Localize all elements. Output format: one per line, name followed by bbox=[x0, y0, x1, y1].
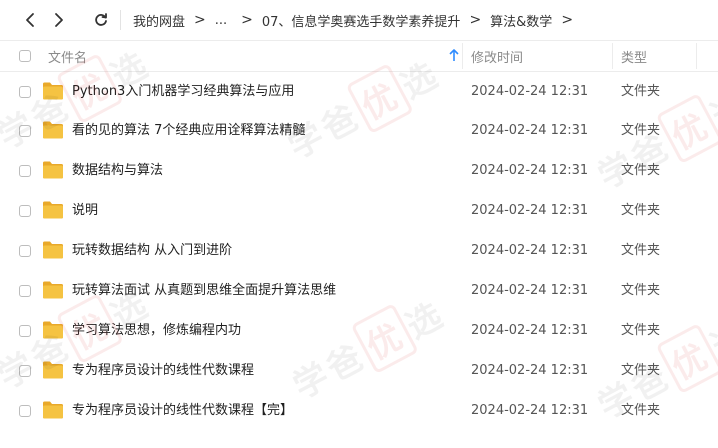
file-name[interactable]: 学习算法思想，修炼编程内功 bbox=[72, 311, 241, 351]
modified-time: 2024-02-24 12:31 bbox=[471, 283, 589, 298]
breadcrumb: 我的网盘 > ... > 07、信息学奥赛选手数学素养提升 > 算法&数学 > bbox=[133, 0, 582, 40]
file-name[interactable]: 说明 bbox=[72, 191, 98, 231]
column-header-type[interactable]: 类型 bbox=[621, 41, 647, 71]
list-item[interactable]: 专为程序员设计的线性代数课程【完】 2024-02-24 12:31 文件夹 bbox=[0, 391, 718, 431]
folder-icon bbox=[43, 281, 63, 299]
modified-time: 2024-02-24 12:31 bbox=[471, 84, 589, 99]
file-name[interactable]: Python3入门机器学习经典算法与应用 bbox=[72, 72, 294, 112]
column-divider[interactable] bbox=[462, 43, 463, 69]
folder-icon bbox=[43, 241, 63, 259]
modified-time: 2024-02-24 12:31 bbox=[471, 323, 589, 338]
folder-icon bbox=[43, 361, 63, 379]
toolbar-divider bbox=[120, 10, 121, 30]
modified-time: 2024-02-24 12:31 bbox=[471, 123, 589, 138]
list-item[interactable]: 玩转算法面试 从真题到思维全面提升算法思维 2024-02-24 12:31 文… bbox=[0, 271, 718, 311]
list-item[interactable]: Python3入门机器学习经典算法与应用 2024-02-24 12:31 文件… bbox=[0, 72, 718, 112]
file-name[interactable]: 玩转算法面试 从真题到思维全面提升算法思维 bbox=[72, 271, 336, 311]
modified-time: 2024-02-24 12:31 bbox=[471, 203, 589, 218]
row-checkbox[interactable] bbox=[19, 405, 31, 417]
file-type: 文件夹 bbox=[621, 403, 661, 418]
list-item[interactable]: 玩转数据结构 从入门到进阶 2024-02-24 12:31 文件夹 bbox=[0, 231, 718, 271]
file-type: 文件夹 bbox=[621, 84, 661, 99]
folder-icon bbox=[43, 161, 63, 179]
row-checkbox[interactable] bbox=[19, 205, 31, 217]
file-type: 文件夹 bbox=[621, 363, 661, 378]
breadcrumb-item-parent[interactable]: 07、信息学奥赛选手数学素养提升 bbox=[262, 11, 461, 30]
forward-button[interactable] bbox=[47, 8, 71, 32]
row-checkbox[interactable] bbox=[19, 285, 31, 297]
list-item[interactable]: 专为程序员设计的线性代数课程 2024-02-24 12:31 文件夹 bbox=[0, 351, 718, 391]
file-type: 文件夹 bbox=[621, 323, 661, 338]
breadcrumb-item-current[interactable]: 算法&数学 bbox=[490, 11, 552, 30]
row-checkbox[interactable] bbox=[19, 365, 31, 377]
list-item[interactable]: 说明 2024-02-24 12:31 文件夹 bbox=[0, 191, 718, 231]
folder-icon bbox=[43, 321, 63, 339]
row-checkbox[interactable] bbox=[19, 325, 31, 337]
file-type: 文件夹 bbox=[621, 283, 661, 298]
file-name[interactable]: 数据结构与算法 bbox=[72, 151, 163, 191]
breadcrumb-separator: > bbox=[194, 12, 206, 28]
folder-icon bbox=[43, 121, 63, 139]
breadcrumb-separator: > bbox=[469, 12, 482, 28]
file-type: 文件夹 bbox=[621, 123, 661, 138]
back-button[interactable] bbox=[18, 8, 42, 32]
folder-icon bbox=[43, 82, 63, 100]
breadcrumb-separator: > bbox=[241, 12, 253, 28]
list-item[interactable]: 看的见的算法 7个经典应用诠释算法精髓 2024-02-24 12:31 文件夹 bbox=[0, 111, 718, 151]
refresh-button[interactable] bbox=[89, 8, 113, 32]
file-type: 文件夹 bbox=[621, 163, 661, 178]
column-header-modified[interactable]: 修改时间 bbox=[471, 41, 523, 71]
row-checkbox[interactable] bbox=[19, 86, 31, 98]
file-name[interactable]: 玩转数据结构 从入门到进阶 bbox=[72, 231, 232, 271]
column-divider[interactable] bbox=[612, 43, 613, 69]
select-all-checkbox[interactable] bbox=[19, 50, 31, 62]
column-header-name[interactable]: 文件名 bbox=[48, 41, 87, 71]
breadcrumb-item-ellipsis[interactable]: ... bbox=[215, 13, 227, 28]
modified-time: 2024-02-24 12:31 bbox=[471, 363, 589, 378]
table-header: 文件名 修改时间 类型 bbox=[0, 40, 718, 72]
file-name[interactable]: 看的见的算法 7个经典应用诠释算法精髓 bbox=[72, 111, 305, 151]
folder-icon bbox=[43, 401, 63, 419]
modified-time: 2024-02-24 12:31 bbox=[471, 403, 589, 418]
file-type: 文件夹 bbox=[621, 203, 661, 218]
refresh-icon bbox=[95, 13, 107, 26]
chevron-right-icon bbox=[55, 13, 63, 27]
file-type: 文件夹 bbox=[621, 243, 661, 258]
modified-time: 2024-02-24 12:31 bbox=[471, 163, 589, 178]
column-divider[interactable] bbox=[696, 43, 697, 69]
folder-icon bbox=[43, 201, 63, 219]
breadcrumb-separator: > bbox=[561, 12, 574, 28]
list-item[interactable]: 数据结构与算法 2024-02-24 12:31 文件夹 bbox=[0, 151, 718, 191]
row-checkbox[interactable] bbox=[19, 165, 31, 177]
breadcrumb-item-root[interactable]: 我的网盘 bbox=[133, 11, 185, 30]
modified-time: 2024-02-24 12:31 bbox=[471, 243, 589, 258]
row-checkbox[interactable] bbox=[19, 245, 31, 257]
toolbar: 我的网盘 > ... > 07、信息学奥赛选手数学素养提升 > 算法&数学 > bbox=[0, 0, 718, 40]
file-name[interactable]: 专为程序员设计的线性代数课程 bbox=[72, 351, 254, 391]
chevron-left-icon bbox=[26, 13, 34, 27]
file-name[interactable]: 专为程序员设计的线性代数课程【完】 bbox=[72, 391, 293, 431]
row-checkbox[interactable] bbox=[19, 125, 31, 137]
list-item[interactable]: 学习算法思想，修炼编程内功 2024-02-24 12:31 文件夹 bbox=[0, 311, 718, 351]
sort-ascending-icon[interactable] bbox=[448, 49, 460, 63]
